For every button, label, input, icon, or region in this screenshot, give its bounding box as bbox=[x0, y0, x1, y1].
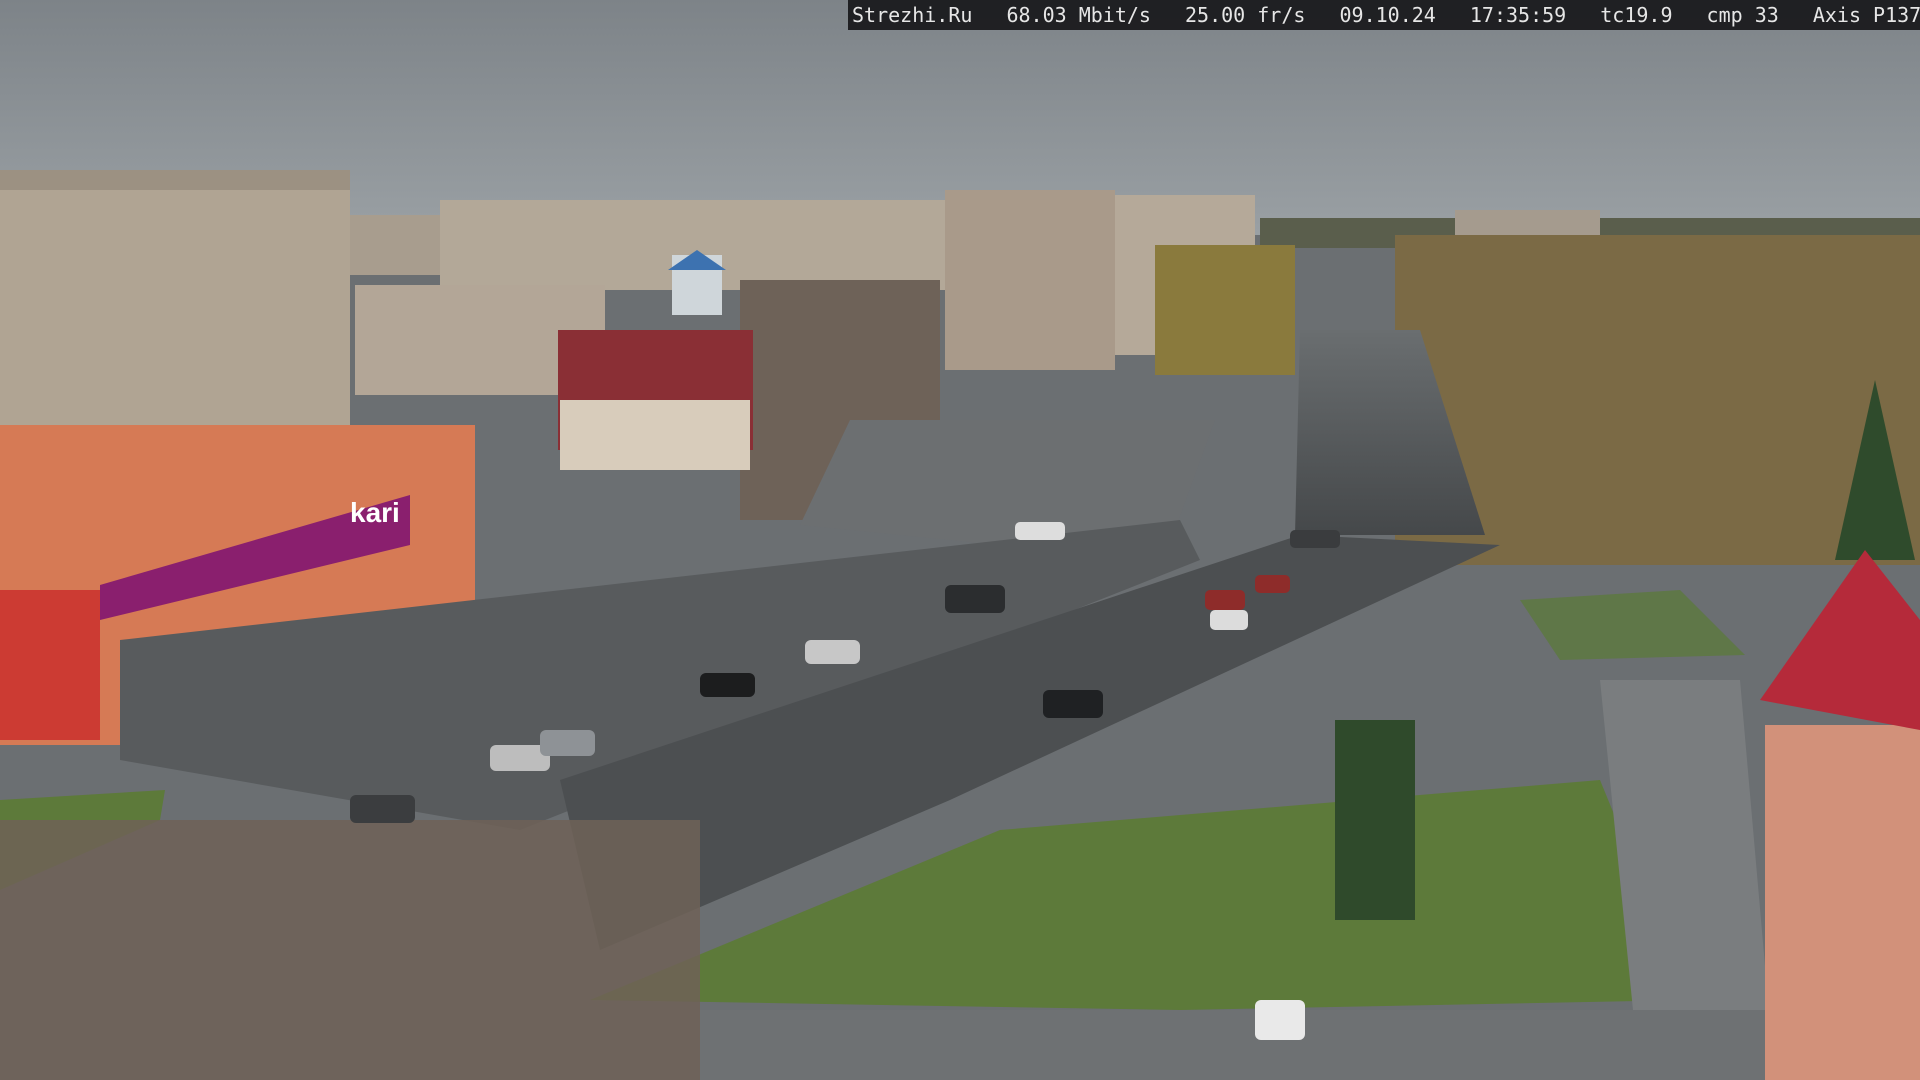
car bbox=[1205, 590, 1245, 610]
overlay-cmp: cmp 33 bbox=[1706, 3, 1779, 27]
overlay-time: 17:35:59 bbox=[1469, 3, 1567, 27]
camera-info-overlay: Strezhi.Ru 68.03 Mbit/s 25.00 fr/s 09.10… bbox=[848, 0, 1920, 30]
car bbox=[1255, 575, 1290, 593]
bare-trees-foreground bbox=[0, 820, 700, 1080]
small-pine bbox=[1335, 720, 1415, 920]
car bbox=[1015, 522, 1065, 540]
car bbox=[1043, 690, 1103, 718]
webcam-view: kari bbox=[0, 0, 1920, 1080]
red-roof-building-base bbox=[560, 400, 750, 470]
car bbox=[945, 585, 1005, 613]
car bbox=[700, 673, 755, 697]
overlay-camera-model: Axis P1375 bbox=[1812, 3, 1920, 27]
overlay-site: Strezhi.Ru bbox=[852, 3, 973, 27]
car bbox=[1255, 1000, 1305, 1040]
car bbox=[540, 730, 595, 756]
overlay-framerate: 25.00 fr/s bbox=[1185, 3, 1306, 27]
lawn-right-upper bbox=[1520, 590, 1745, 660]
autumn-trees-center bbox=[1155, 245, 1295, 375]
kari-sign: kari bbox=[350, 497, 400, 528]
car bbox=[1210, 610, 1248, 630]
overlay-tc: tc19.9 bbox=[1600, 3, 1673, 27]
central-highrise bbox=[945, 190, 1115, 370]
car bbox=[350, 795, 415, 823]
overlay-bitrate: 68.03 Mbit/s bbox=[1006, 3, 1151, 27]
car bbox=[805, 640, 860, 664]
foreground-pavement bbox=[700, 1010, 1780, 1080]
overlay-date: 09.10.24 bbox=[1339, 3, 1436, 27]
red-tower-right bbox=[1760, 550, 1920, 1080]
car bbox=[1290, 530, 1340, 548]
